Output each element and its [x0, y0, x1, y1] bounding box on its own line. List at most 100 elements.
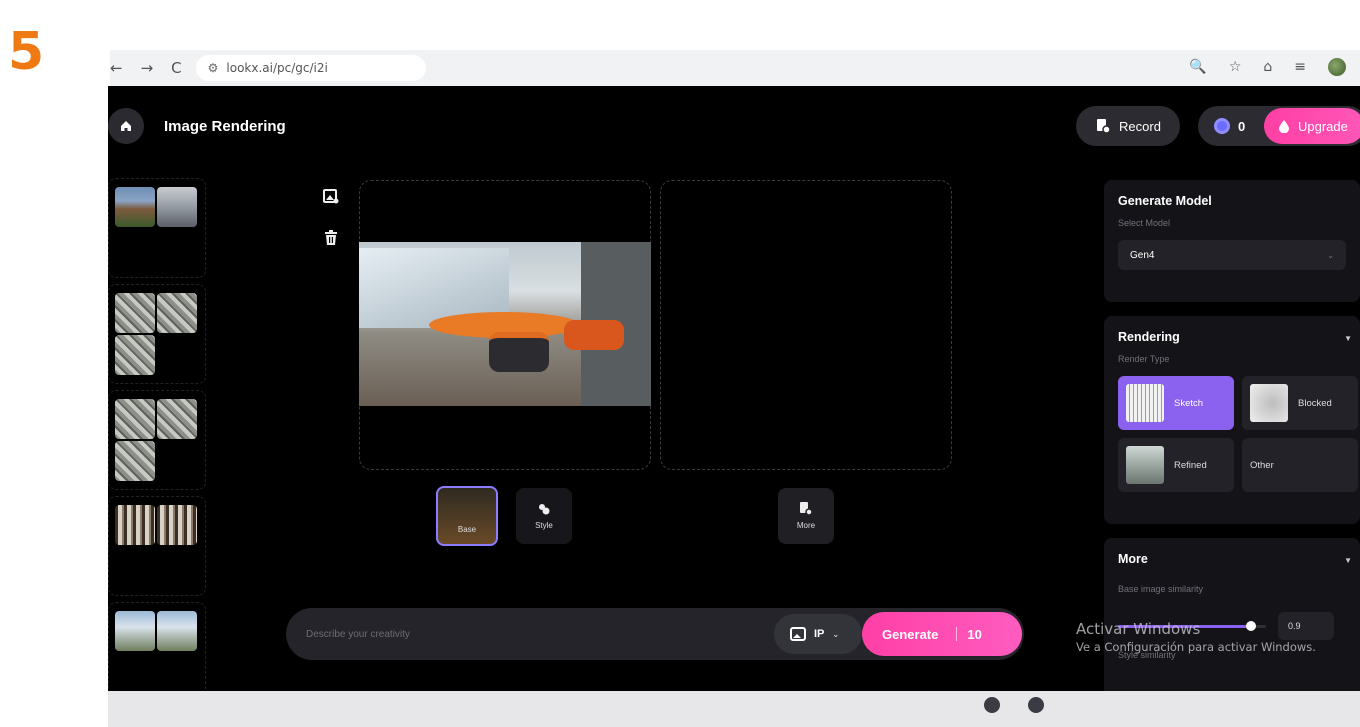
reading-list-icon[interactable]: ≡	[1294, 59, 1306, 75]
tab-style[interactable]: Style	[516, 488, 572, 544]
history-thumbnail[interactable]	[115, 441, 155, 481]
watermark-line1: Activar Windows	[1076, 620, 1201, 638]
model-select[interactable]: Gen4 ⌄	[1118, 240, 1346, 270]
sketch-thumbnail	[1126, 384, 1164, 422]
address-bar[interactable]: ⚙ lookx.ai/pc/gc/i2i	[195, 55, 426, 81]
image-edit-icon[interactable]	[322, 188, 340, 206]
home-icon	[121, 121, 131, 131]
result-canvas[interactable]	[660, 180, 952, 470]
tab-base-label: Base	[457, 524, 477, 534]
select-model-label: Select Model	[1118, 218, 1171, 228]
history-group[interactable]	[108, 602, 206, 691]
history-thumbnail[interactable]	[157, 187, 197, 227]
prompt-bar: IP ⌄ Generate 10	[286, 608, 1024, 660]
history-thumbnail[interactable]	[157, 611, 197, 651]
upgrade-button[interactable]: Upgrade	[1264, 108, 1360, 144]
history-thumbnail[interactable]	[157, 399, 197, 439]
browser-toolbar: ← → C ⚙ lookx.ai/pc/gc/i2i 🔍 ☆ ⌂ ≡	[110, 50, 1360, 86]
bookmark-icon[interactable]: ☆	[1229, 59, 1242, 75]
render-type-sketch[interactable]: Sketch	[1118, 376, 1234, 430]
credits-count: 0	[1238, 118, 1246, 134]
history-group[interactable]	[108, 390, 206, 490]
style-icon	[539, 504, 550, 515]
site-settings-icon[interactable]: ⚙	[208, 61, 219, 75]
generate-button[interactable]: Generate 10	[862, 612, 1022, 656]
zoom-icon[interactable]: 🔍	[1189, 59, 1206, 75]
rendering-title: Rendering	[1118, 330, 1180, 344]
generate-label: Generate	[882, 626, 939, 642]
base-image-preview[interactable]	[359, 242, 651, 406]
windows-activation-watermark: Activar Windows Ve a Configuración para …	[1076, 620, 1316, 654]
back-icon[interactable]: ←	[110, 59, 123, 77]
record-button[interactable]: Record	[1076, 106, 1180, 146]
generate-model-title: Generate Model	[1118, 194, 1212, 208]
more-icon	[800, 502, 813, 516]
record-icon	[1097, 119, 1111, 134]
history-thumbnail[interactable]	[115, 293, 155, 333]
tab-base[interactable]: Base	[436, 486, 498, 546]
browser-nav: ← → C	[110, 59, 182, 77]
browser-actions: 🔍 ☆ ⌂ ≡	[1189, 58, 1346, 76]
more-title: More	[1118, 552, 1148, 566]
render-type-label: Blocked	[1298, 397, 1332, 409]
history-group[interactable]	[108, 284, 206, 384]
record-label: Record	[1119, 118, 1161, 134]
taskbar-app-icon[interactable]	[1028, 697, 1044, 713]
history-group[interactable]	[108, 496, 206, 596]
image-chair-detail	[489, 332, 549, 372]
chevron-down-icon: ⌄	[832, 629, 840, 639]
tab-more-label: More	[796, 521, 816, 530]
render-type-label: Refined	[1174, 459, 1207, 471]
model-select-value: Gen4	[1130, 249, 1155, 261]
collapse-caret-icon[interactable]: ▼	[1344, 556, 1352, 565]
history-thumbnail[interactable]	[115, 187, 155, 227]
profile-avatar[interactable]	[1328, 58, 1346, 76]
render-type-refined[interactable]: Refined	[1118, 438, 1234, 492]
base-similarity-label: Base image similarity	[1118, 584, 1204, 594]
history-thumbnail[interactable]	[157, 293, 197, 333]
collapse-caret-icon[interactable]: ▼	[1344, 334, 1352, 343]
render-type-label: Other	[1250, 459, 1274, 471]
reload-icon[interactable]: C	[171, 59, 181, 77]
generate-separator	[956, 627, 958, 641]
tab-more[interactable]: More	[778, 488, 834, 544]
render-type-grid: Sketch Blocked Refined Other	[1118, 376, 1358, 492]
history-thumbnail[interactable]	[115, 399, 155, 439]
credit-icon	[1214, 118, 1230, 134]
prompt-input[interactable]	[306, 624, 726, 644]
generate-cost: 10	[967, 626, 982, 642]
image-chair-detail	[564, 320, 624, 350]
step-number: 5	[8, 22, 45, 82]
os-taskbar	[108, 691, 1360, 727]
extensions-icon[interactable]: ⌂	[1263, 59, 1272, 75]
trash-icon[interactable]	[322, 230, 340, 248]
render-type-other[interactable]: Other	[1242, 438, 1358, 492]
refined-thumbnail	[1126, 446, 1164, 484]
watermark-line2: Ve a Configuración para activar Windows.	[1076, 640, 1316, 654]
history-thumbnail[interactable]	[115, 335, 155, 375]
rendering-panel: Rendering ▼ Render Type Sketch Blocked R…	[1104, 316, 1360, 524]
page-title: Image Rendering	[164, 118, 286, 135]
generate-model-panel: Generate Model Select Model Gen4 ⌄	[1104, 180, 1360, 302]
taskbar-app-icon[interactable]	[984, 697, 1000, 713]
history-group[interactable]	[108, 178, 206, 278]
render-type-label: Sketch	[1174, 397, 1204, 409]
url-text[interactable]: lookx.ai/pc/gc/i2i	[226, 61, 327, 75]
upgrade-label: Upgrade	[1298, 118, 1348, 134]
ip-image-icon	[790, 627, 806, 641]
tab-style-label: Style	[535, 521, 553, 530]
more-panel: More ▼ Base image similarity 0.9 Style s…	[1104, 538, 1360, 691]
ip-label: IP	[814, 628, 825, 640]
forward-icon[interactable]: →	[141, 59, 154, 77]
history-thumbnail[interactable]	[157, 505, 197, 545]
app-root: Image Rendering Record 0 Upgrade Base St…	[108, 86, 1360, 691]
history-thumbnail[interactable]	[115, 505, 155, 545]
home-button[interactable]	[108, 108, 144, 144]
blocked-thumbnail	[1250, 384, 1288, 422]
history-thumbnail[interactable]	[115, 611, 155, 651]
drop-icon	[1279, 120, 1289, 133]
chevron-down-icon: ⌄	[1327, 250, 1334, 260]
render-type-blocked[interactable]: Blocked	[1242, 376, 1358, 430]
ip-selector[interactable]: IP ⌄	[774, 614, 862, 654]
render-type-label: Render Type	[1118, 354, 1170, 364]
